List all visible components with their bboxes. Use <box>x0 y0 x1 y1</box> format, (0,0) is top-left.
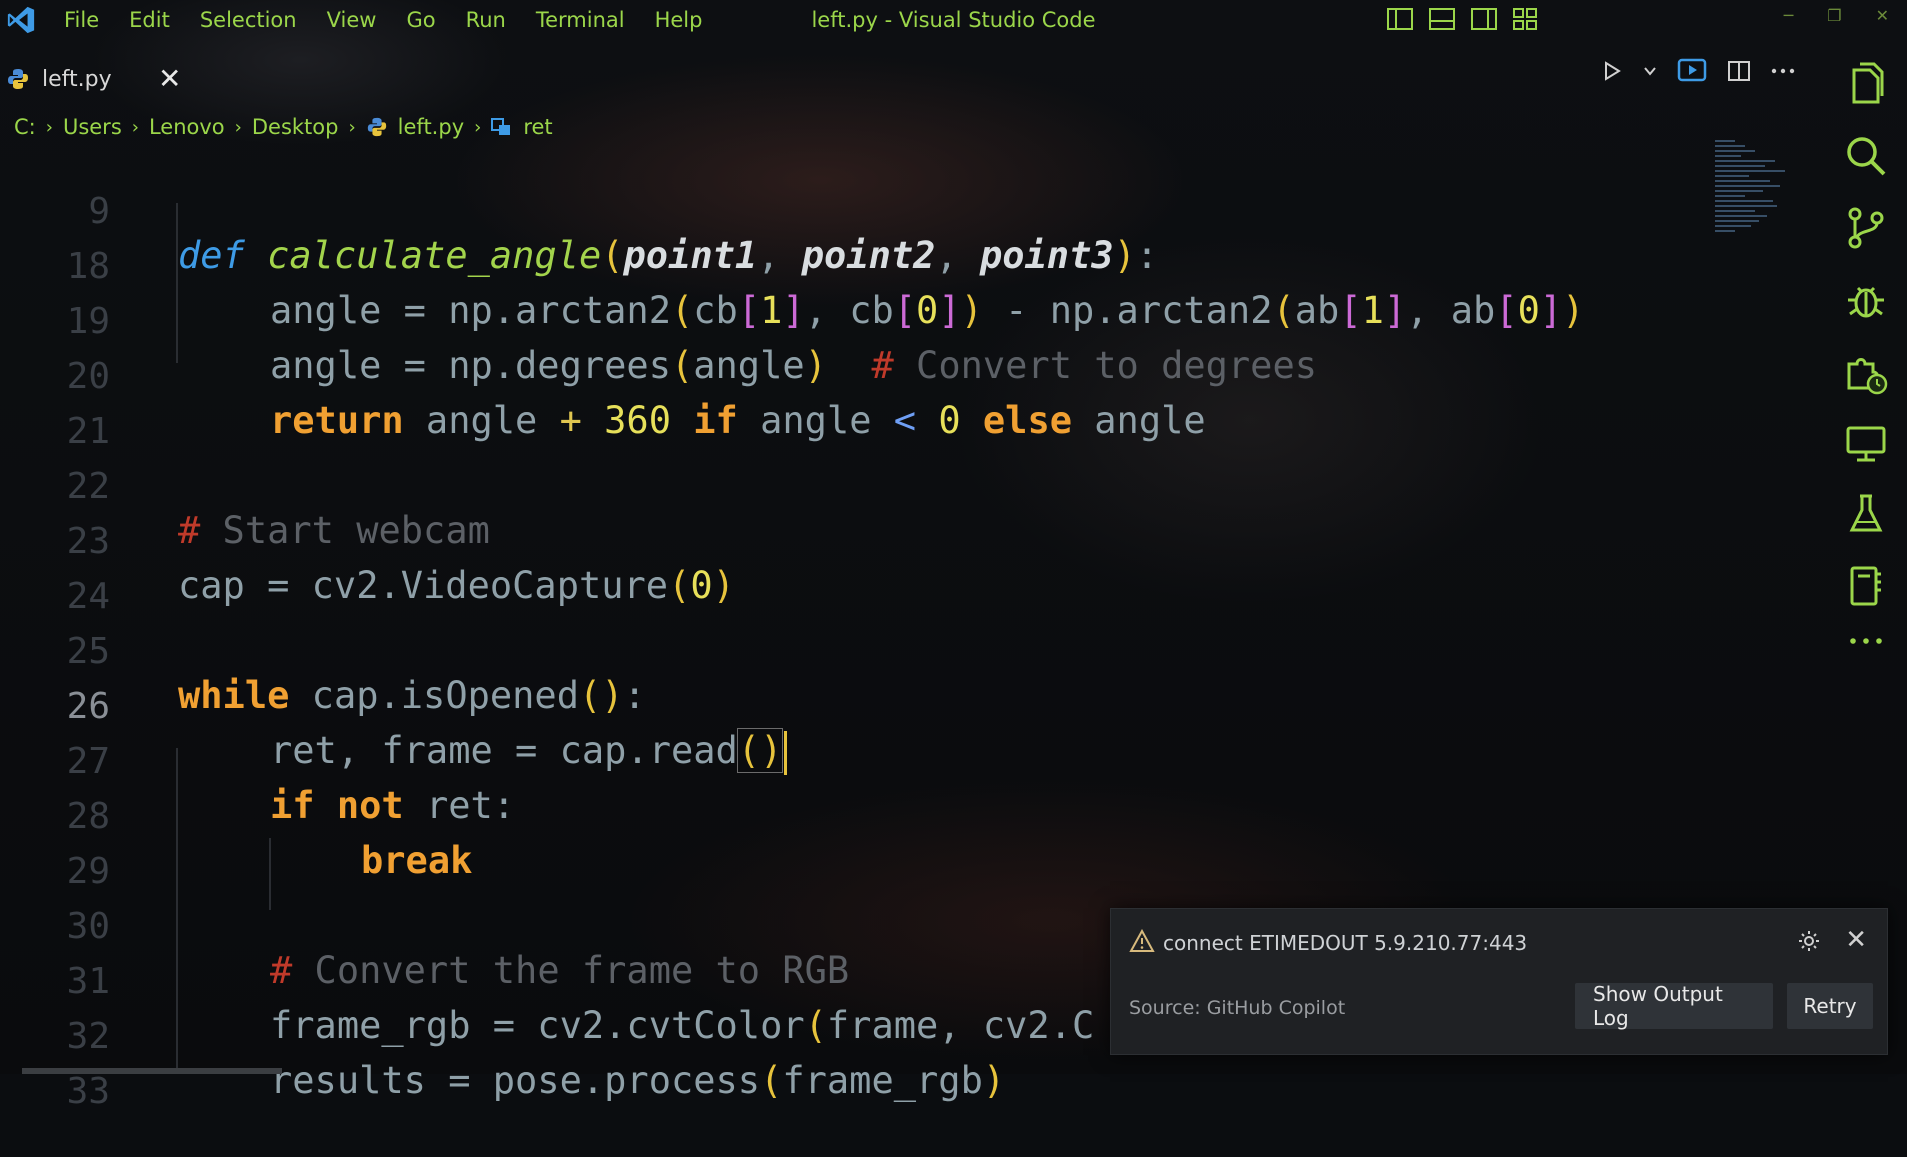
breadcrumb-file[interactable]: left.py <box>398 115 464 139</box>
variable-symbol-icon <box>491 118 511 135</box>
tab-close-icon[interactable]: ✕ <box>158 62 181 95</box>
split-editor-icon[interactable] <box>1727 59 1751 83</box>
toggle-primary-sidebar-icon[interactable] <box>1387 8 1413 30</box>
editor-actions <box>1601 58 1795 84</box>
layout-controls <box>1387 8 1537 30</box>
close-window-icon[interactable]: ✕ <box>1876 6 1889 25</box>
code-line: 23 cap = cv2.VideoCapture(0) <box>0 478 1800 607</box>
breadcrumb-desktop[interactable]: Desktop <box>252 115 339 139</box>
close-icon[interactable]: ✕ <box>1845 925 1867 955</box>
code-line: 18 angle = np.arctan2(cb[1], cb[0]) - np… <box>0 203 1800 332</box>
chevron-right-icon: › <box>474 116 482 138</box>
code-line: 22 # Start webcam <box>0 423 1800 552</box>
notification-source: Source: GitHub Copilot <box>1129 997 1346 1019</box>
code-line: 20 return angle + 360 if angle < 0 else … <box>0 313 1800 442</box>
menu-run[interactable]: Run <box>466 8 506 32</box>
horizontal-scrollbar[interactable] <box>22 1068 282 1074</box>
menu-selection[interactable]: Selection <box>200 8 297 32</box>
title-bar: File Edit Selection View Go Run Terminal… <box>0 0 1907 40</box>
preview-icon[interactable] <box>1677 58 1707 84</box>
menu-file[interactable]: File <box>64 8 99 32</box>
remote-explorer-icon[interactable] <box>1845 424 1887 464</box>
window-controls: ─ ❐ ✕ <box>1784 6 1889 25</box>
python-icon <box>367 117 386 137</box>
customize-layout-icon[interactable] <box>1513 8 1537 30</box>
code-line: 9 def calculate_angle(point1, point2, po… <box>0 148 1800 277</box>
search-icon[interactable] <box>1844 134 1888 178</box>
breadcrumb: C: › Users › Lenovo › Desktop › left.py … <box>14 112 553 142</box>
chevron-right-icon: › <box>234 116 242 138</box>
retry-button[interactable]: Retry <box>1787 983 1873 1029</box>
code-line: 24 <box>0 533 1800 617</box>
code-line: 29 <box>0 808 1800 892</box>
more-actions-icon[interactable] <box>1771 67 1795 75</box>
breadcrumb-lenovo[interactable]: Lenovo <box>149 115 225 139</box>
code-line: 19 angle = np.degrees(angle) # Convert t… <box>0 258 1800 387</box>
notebook-icon[interactable] <box>1846 564 1886 608</box>
toggle-panel-icon[interactable] <box>1429 8 1455 30</box>
code-line: 28 break <box>0 753 1800 882</box>
chevron-right-icon: › <box>131 116 139 138</box>
gear-icon[interactable] <box>1797 929 1821 953</box>
toggle-secondary-sidebar-icon[interactable] <box>1471 8 1497 30</box>
menu-edit[interactable]: Edit <box>129 8 170 32</box>
run-python-file-icon[interactable] <box>1601 60 1623 82</box>
menu-help[interactable]: Help <box>655 8 703 32</box>
code-line: 21 <box>0 368 1800 452</box>
notification-message: connect ETIMEDOUT 5.9.210.77:443 <box>1163 931 1528 955</box>
breadcrumb-symbol[interactable]: ret <box>523 115 552 139</box>
code-line: 27 if not ret: <box>0 698 1800 827</box>
extensions-icon[interactable] <box>1843 350 1889 396</box>
chevron-right-icon: › <box>45 116 53 138</box>
restore-icon[interactable]: ❐ <box>1827 6 1841 25</box>
minimap[interactable] <box>1715 140 1805 280</box>
source-control-icon[interactable] <box>1846 206 1886 250</box>
explorer-icon[interactable] <box>1846 62 1886 106</box>
vscode-logo-icon[interactable] <box>6 5 36 35</box>
breadcrumb-users[interactable]: Users <box>63 115 122 139</box>
breadcrumb-drive[interactable]: C: <box>14 115 36 139</box>
run-dropdown-chevron-icon[interactable] <box>1643 64 1657 78</box>
chevron-right-icon: › <box>348 116 356 138</box>
show-output-log-button[interactable]: Show Output Log <box>1575 982 1773 1030</box>
tab-label: left.py <box>42 66 112 92</box>
minimize-icon[interactable]: ─ <box>1784 6 1794 25</box>
line-number: 33 <box>66 1071 110 1112</box>
code-line: 25 while cap.isOpened(): <box>0 588 1800 717</box>
notification-toast: connect ETIMEDOUT 5.9.210.77:443 ✕ Sourc… <box>1110 908 1888 1055</box>
more-icon[interactable] <box>1848 636 1884 646</box>
warning-icon <box>1129 929 1155 952</box>
tab-bar: left.py ✕ <box>0 40 1825 114</box>
testing-icon[interactable] <box>1846 492 1886 536</box>
menu-go[interactable]: Go <box>406 8 435 32</box>
tab-left-py[interactable]: left.py ✕ <box>0 58 190 100</box>
code-line-active: 26 ret, frame = cap.read() <box>0 643 1800 775</box>
menu-terminal[interactable]: Terminal <box>536 8 625 32</box>
python-icon <box>8 69 28 89</box>
run-debug-icon[interactable] <box>1844 278 1888 322</box>
menu-view[interactable]: View <box>327 8 377 32</box>
